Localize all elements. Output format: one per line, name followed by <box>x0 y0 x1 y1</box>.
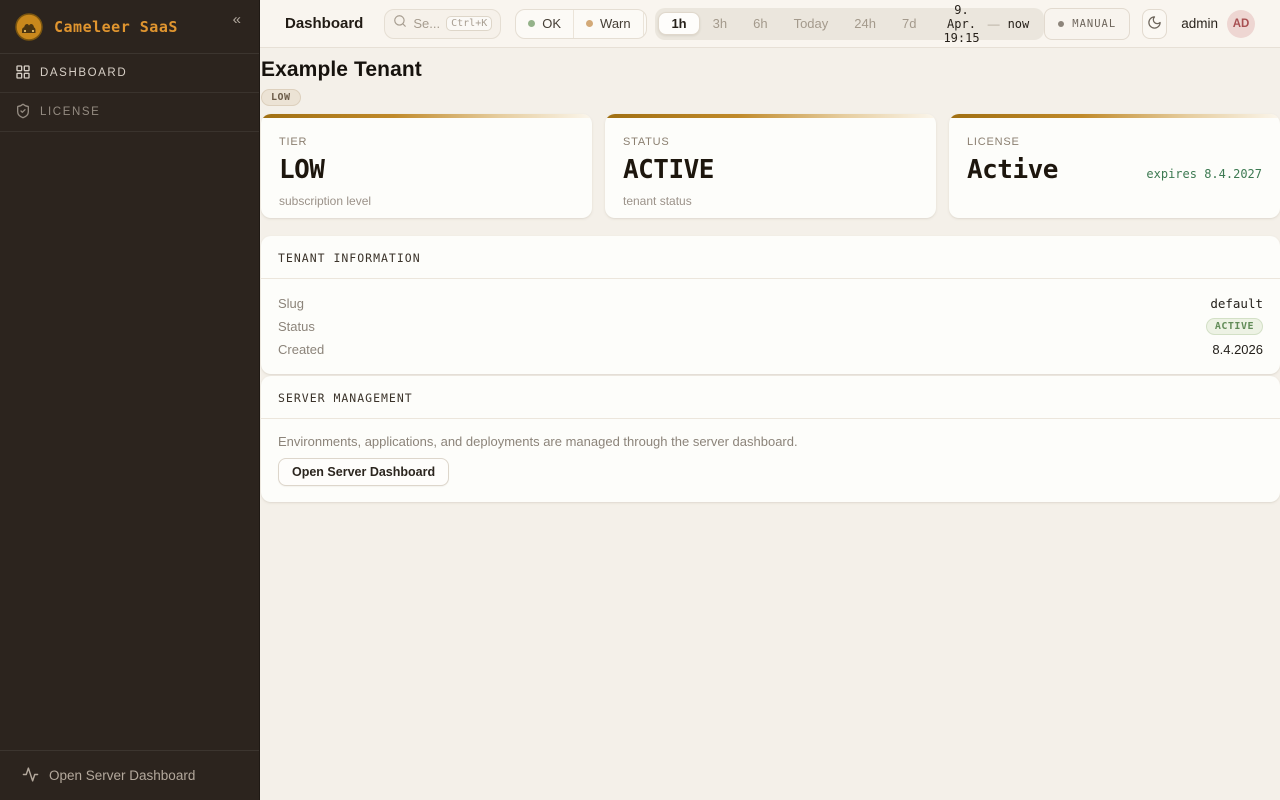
open-server-dashboard-button[interactable]: Open Server Dashboard <box>278 458 449 486</box>
page-title: Example Tenant <box>261 58 1280 82</box>
status-filter-group: OK Warn <box>515 9 647 39</box>
user-menu[interactable]: admin AD <box>1181 10 1255 38</box>
user-name: admin <box>1181 16 1218 31</box>
search-input[interactable]: Se... Ctrl+K <box>384 9 501 39</box>
moon-icon <box>1147 15 1162 33</box>
row-label: Created <box>278 342 324 357</box>
info-row-status: Status ACTIVE <box>278 317 1263 335</box>
info-row-slug: Slug default <box>278 294 1263 312</box>
shield-check-icon <box>15 103 31 122</box>
time-range-24h[interactable]: 24h <box>841 12 889 35</box>
time-range-3h[interactable]: 3h <box>700 12 740 35</box>
status-badge: ACTIVE <box>1206 318 1263 335</box>
warn-dot-icon <box>586 20 593 27</box>
card-label: LICENSE <box>967 136 1262 148</box>
sidebar-open-server-dashboard[interactable]: Open Server Dashboard <box>0 750 259 800</box>
search-placeholder: Se... <box>413 16 440 31</box>
license-expiry: expires 8.4.2027 <box>1146 167 1262 181</box>
app-title: Cameleer SaaS <box>54 18 219 36</box>
refresh-mode-button[interactable]: MANUAL <box>1044 8 1130 40</box>
activity-icon <box>22 766 39 786</box>
time-range-end: now <box>1008 17 1030 31</box>
sidebar-logo-row: Cameleer SaaS « <box>0 0 259 54</box>
theme-toggle-button[interactable] <box>1142 9 1167 39</box>
card-accent-bar <box>261 114 592 118</box>
time-range-group: 1h 3h 6h Today 24h 7d 9. Apr. 19:15 — no… <box>655 8 1044 40</box>
sidebar-item-dashboard[interactable]: DASHBOARD <box>0 54 259 93</box>
row-value: default <box>1210 296 1263 311</box>
card-subtitle: tenant status <box>623 194 918 208</box>
stat-cards-row: TIER LOW subscription level STATUS ACTIV… <box>261 114 1280 218</box>
time-range-separator: — <box>988 17 1000 31</box>
time-range-7d[interactable]: 7d <box>889 12 929 35</box>
search-icon <box>393 14 407 33</box>
manual-dot-icon <box>1058 21 1064 27</box>
sidebar-item-label: LICENSE <box>40 106 100 118</box>
info-row-created: Created 8.4.2026 <box>278 340 1263 358</box>
sidebar-item-label: DASHBOARD <box>40 67 127 79</box>
sidebar: Cameleer SaaS « DASHBOARD LICENSE Open S… <box>0 0 260 800</box>
top-bar: Dashboard Se... Ctrl+K OK Warn <box>260 0 1280 48</box>
card-value: Active <box>967 155 1058 185</box>
tier-card: TIER LOW subscription level <box>261 114 592 218</box>
status-card: STATUS ACTIVE tenant status <box>605 114 936 218</box>
time-range-start: 9. Apr. 19:15 <box>943 3 979 45</box>
filter-error-button[interactable] <box>643 10 648 38</box>
filter-warn-label: Warn <box>600 16 631 31</box>
row-label: Slug <box>278 296 304 311</box>
grid-icon <box>15 64 31 83</box>
server-management-description: Environments, applications, and deployme… <box>278 434 1263 449</box>
tenant-information-panel: TENANT INFORMATION Slug default Status A… <box>261 236 1280 374</box>
time-range-1h[interactable]: 1h <box>658 12 699 35</box>
avatar: AD <box>1227 10 1255 38</box>
time-range-custom-display[interactable]: 9. Apr. 19:15 — now <box>929 3 1041 45</box>
main-area: Dashboard Se... Ctrl+K OK Warn <box>260 0 1280 800</box>
ok-dot-icon <box>528 20 535 27</box>
refresh-mode-label: MANUAL <box>1072 18 1116 30</box>
card-label: TIER <box>279 136 574 148</box>
content-area: Example Tenant LOW TIER LOW subscription… <box>260 48 1280 800</box>
card-subtitle: subscription level <box>279 194 574 208</box>
search-shortcut-kbd: Ctrl+K <box>446 16 492 31</box>
card-value: LOW <box>279 155 324 185</box>
filter-ok-button[interactable]: OK <box>516 10 573 38</box>
time-range-6h[interactable]: 6h <box>740 12 780 35</box>
filter-ok-label: OK <box>542 16 561 31</box>
app-logo-icon <box>14 12 44 42</box>
server-management-panel: SERVER MANAGEMENT Environments, applicat… <box>261 376 1280 502</box>
filter-warn-button[interactable]: Warn <box>573 10 643 38</box>
sidebar-collapse-button[interactable]: « <box>229 8 245 31</box>
panel-title: SERVER MANAGEMENT <box>261 376 1280 419</box>
tier-badge: LOW <box>261 89 301 106</box>
panel-title: TENANT INFORMATION <box>261 236 1280 279</box>
row-value: 8.4.2026 <box>1212 342 1263 357</box>
page-breadcrumb-title: Dashboard <box>285 15 363 32</box>
card-accent-bar <box>949 114 1280 118</box>
time-range-today[interactable]: Today <box>781 12 842 35</box>
card-label: STATUS <box>623 136 918 148</box>
sidebar-footer-label: Open Server Dashboard <box>49 768 195 783</box>
card-accent-bar <box>605 114 936 118</box>
sidebar-item-license[interactable]: LICENSE <box>0 93 259 132</box>
license-card: LICENSE Active expires 8.4.2027 <box>949 114 1280 218</box>
card-value: ACTIVE <box>623 155 714 185</box>
row-label: Status <box>278 319 315 334</box>
